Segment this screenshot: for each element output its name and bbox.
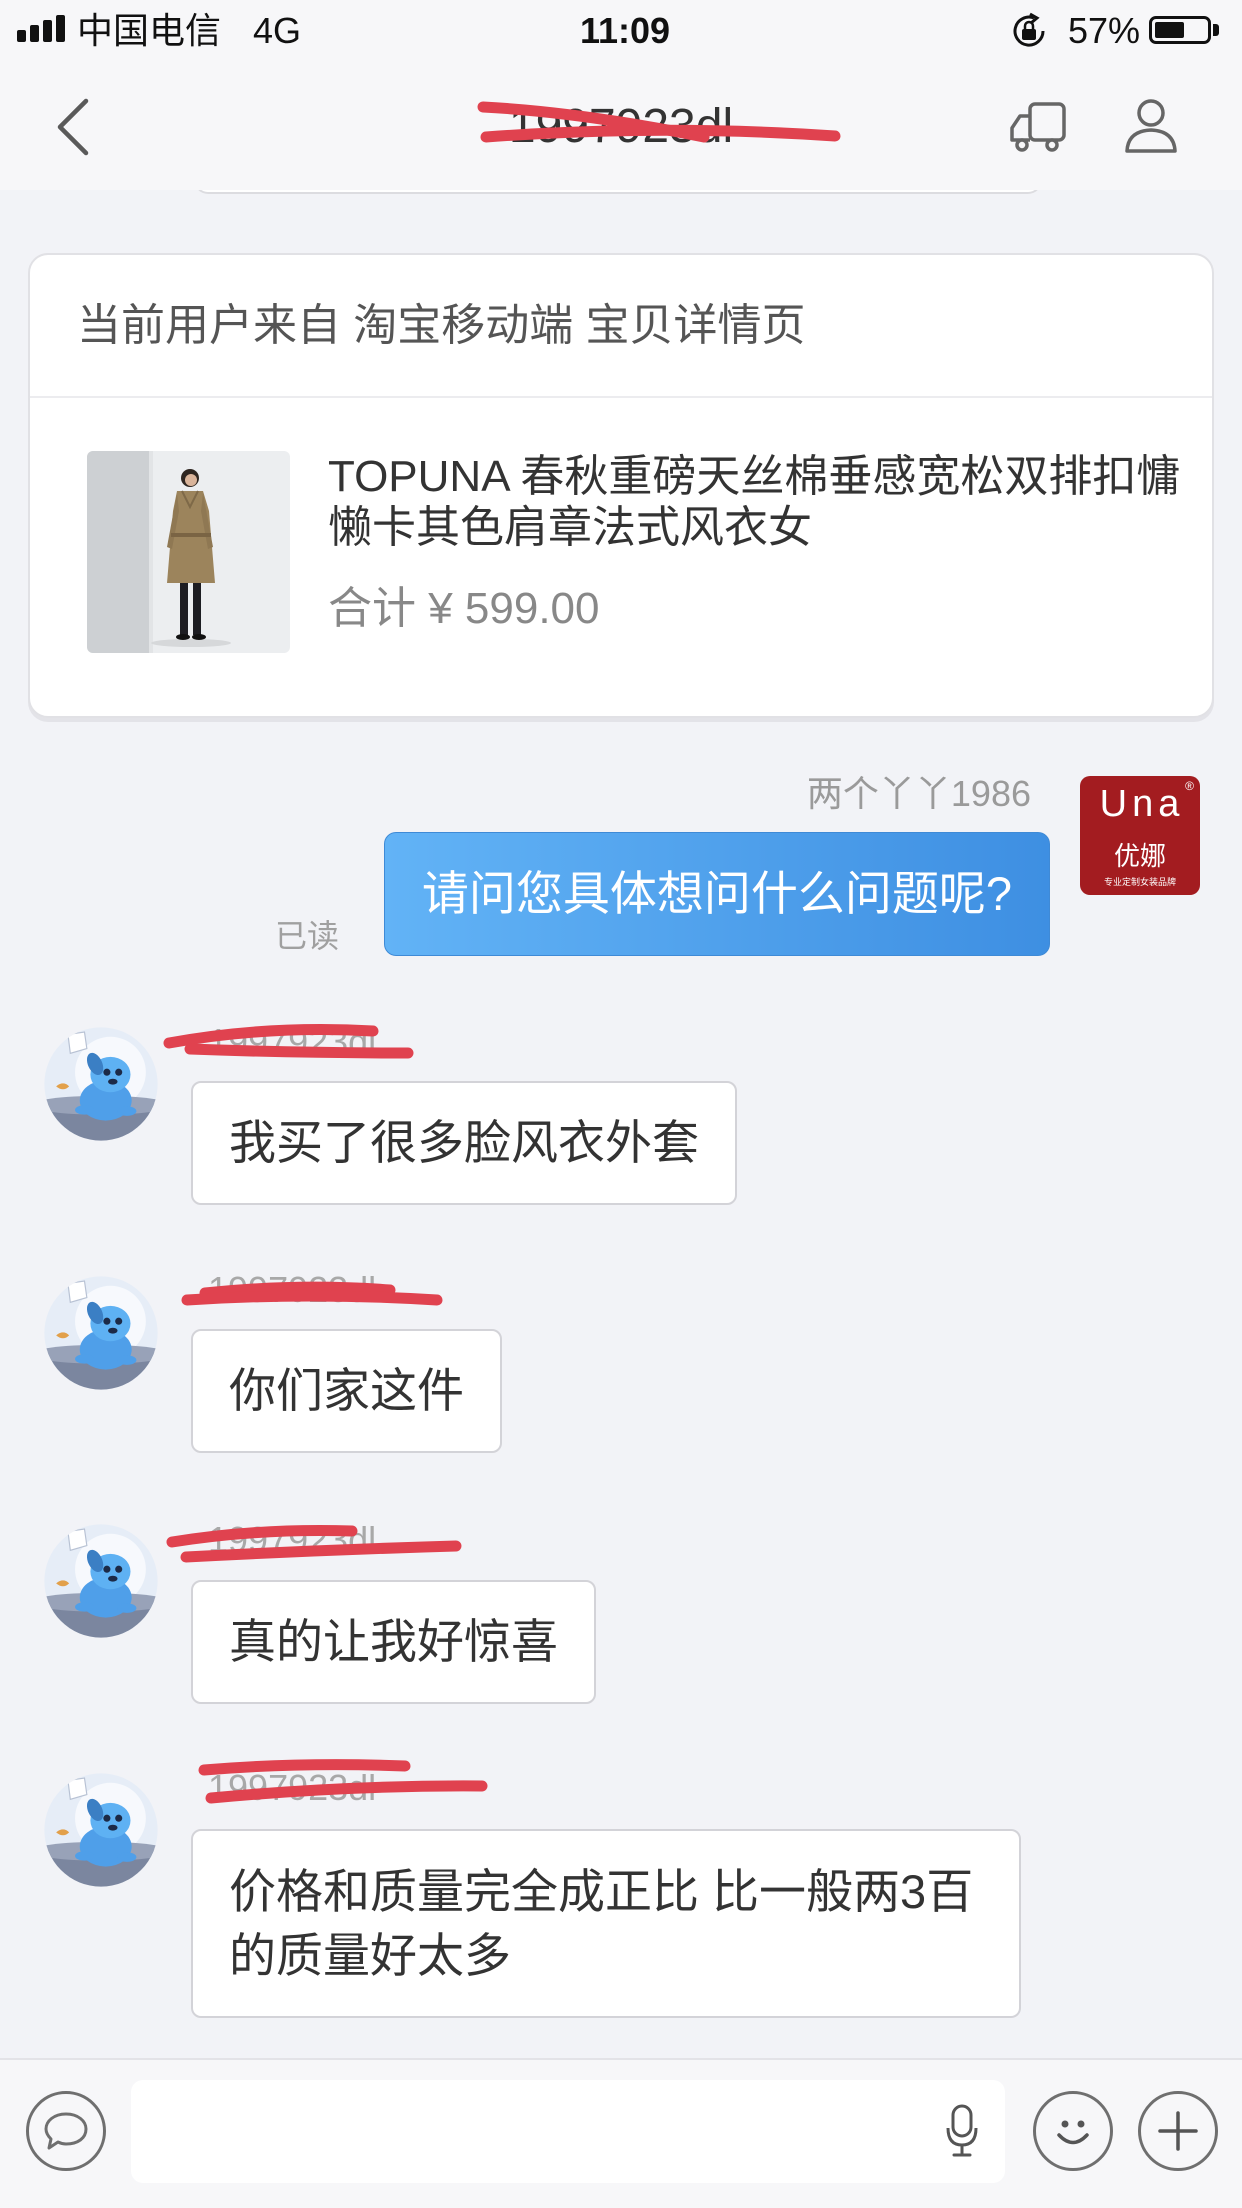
- customer-avatar[interactable]: [42, 1025, 160, 1143]
- logo-name: 优娜: [1113, 841, 1166, 871]
- nav-bar: 1997923dl: [0, 62, 1242, 190]
- product-source-card[interactable]: 当前用户来自 淘宝移动端 宝贝详情页 TOPUNA 春秋重磅天丝棉垂感宽松双排扣…: [28, 253, 1214, 718]
- product-title[interactable]: TOPUNA 春秋重磅天丝棉垂感宽松双排扣慵懒卡其色肩章法式风衣女: [328, 451, 1188, 553]
- shop-avatar[interactable]: Una ® 优娜 专业定制女装品牌: [1080, 776, 1200, 895]
- network-type: 4G: [253, 10, 302, 51]
- logo-registered-mark: ®: [1185, 779, 1194, 793]
- incoming-message-bubble[interactable]: 价格和质量完全成正比 比一般两3百的质量好太多: [191, 1829, 1021, 2018]
- incoming-sender-name: 1997923dl: [208, 1021, 377, 1062]
- outgoing-sender-name: 两个丫丫1986: [806, 773, 1031, 814]
- product-photo: [87, 451, 290, 653]
- source-header: 当前用户来自 淘宝移动端 宝贝详情页: [30, 255, 1212, 398]
- product-image[interactable]: [87, 451, 290, 653]
- incoming-sender-name: 1997923dl: [208, 1519, 377, 1560]
- emoji-button[interactable]: [1033, 2091, 1113, 2171]
- read-status: 已读: [275, 918, 340, 954]
- incoming-sender-name: 1997923dl: [208, 1269, 377, 1310]
- product-total: 合计 ¥ 599.00: [328, 584, 600, 633]
- battery-level: [1155, 22, 1184, 38]
- clock: 11:09: [579, 10, 671, 51]
- customer-avatar[interactable]: [42, 1274, 160, 1392]
- plus-icon: [1158, 2111, 1198, 2151]
- truck-icon[interactable]: [1008, 100, 1068, 154]
- chat-button[interactable]: [26, 2091, 106, 2171]
- input-bar: [0, 2058, 1242, 2208]
- status-bar: 中国电信 4G 11:09 57%: [0, 0, 1242, 62]
- person-icon[interactable]: [1122, 97, 1180, 155]
- emoji-icon: [1057, 2120, 1089, 2145]
- logo-brand: Una: [1099, 783, 1185, 825]
- battery-percentage: 57%: [1067, 10, 1140, 51]
- incoming-message-bubble[interactable]: 你们家这件: [191, 1329, 502, 1453]
- outgoing-message-bubble[interactable]: 请问您具体想问什么问题呢?: [383, 832, 1050, 956]
- message-input[interactable]: [131, 2080, 1005, 2183]
- logo-tagline: 专业定制女装品牌: [1103, 877, 1176, 887]
- incoming-message-bubble[interactable]: 我买了很多脸风衣外套: [191, 1081, 737, 1205]
- incoming-message-bubble[interactable]: 真的让我好惊喜: [191, 1580, 596, 1704]
- battery-icon: [1149, 16, 1211, 44]
- incoming-sender-name: 1997923dl: [208, 1767, 377, 1808]
- plus-button[interactable]: [1138, 2091, 1218, 2171]
- chat-icon: [44, 2112, 88, 2150]
- carrier-name: 中国电信: [77, 10, 222, 51]
- customer-avatar[interactable]: [42, 1522, 160, 1640]
- rotation-lock-icon: [1013, 12, 1045, 47]
- customer-avatar[interactable]: [42, 1771, 160, 1889]
- mic-icon[interactable]: [945, 2104, 979, 2158]
- battery-cap: [1213, 24, 1219, 36]
